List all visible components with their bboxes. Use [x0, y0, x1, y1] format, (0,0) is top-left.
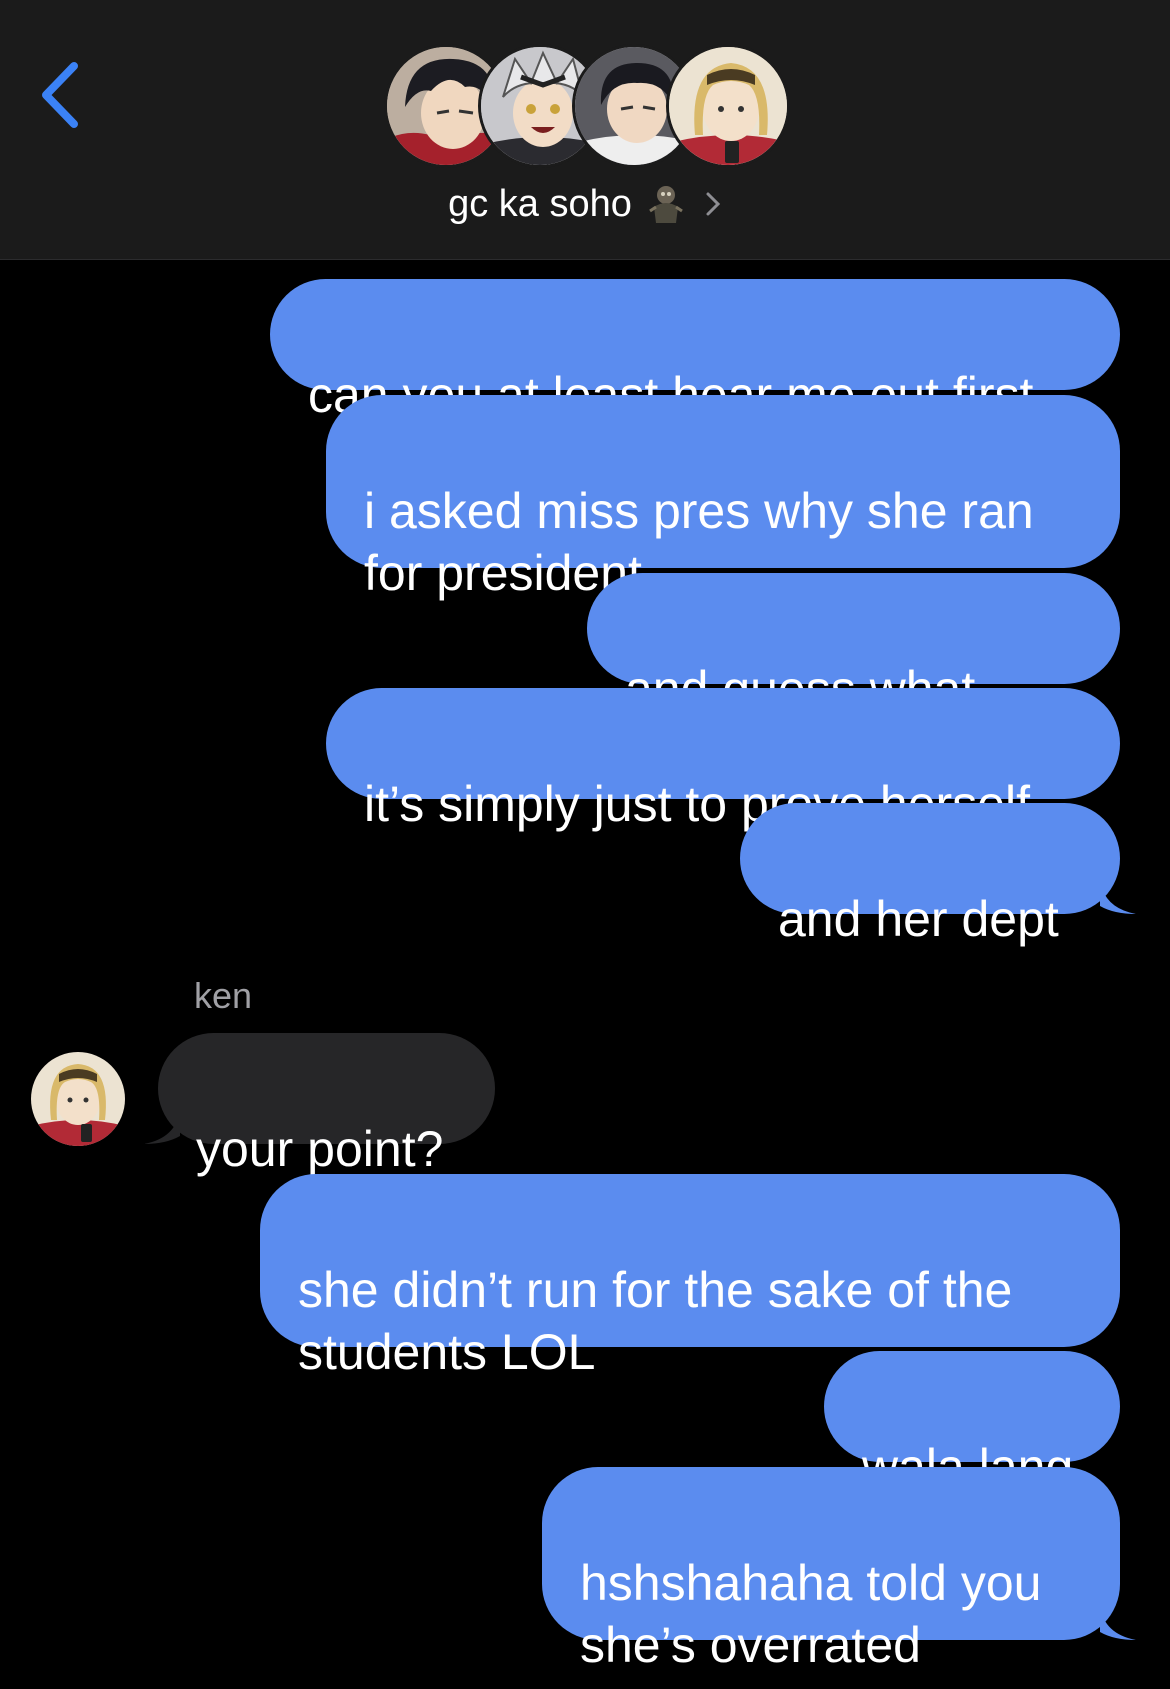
message-text: hshshahaha told you she’s overrated: [580, 1555, 1042, 1673]
message-bubble-outgoing[interactable]: she didn’t run for the sake of the stude…: [260, 1174, 1120, 1380]
conversation-header: gc ka soho: [0, 0, 1170, 260]
bubble-tail: [1100, 880, 1136, 914]
group-name: gc ka soho: [448, 182, 632, 225]
chevron-left-icon: [42, 62, 78, 128]
message-bubble-incoming[interactable]: your point?: [158, 1033, 495, 1177]
group-title-button[interactable]: gc ka soho: [0, 178, 1170, 230]
message-bubble-outgoing[interactable]: and her dept: [740, 803, 1120, 947]
chevron-right-icon: [706, 192, 721, 216]
bubble-tail: [1100, 1606, 1136, 1640]
group-avatars[interactable]: [384, 44, 790, 168]
kenma-avatar[interactable]: [31, 1052, 125, 1146]
figure-sticker-emoji: [649, 186, 683, 223]
message-text: and her dept: [778, 891, 1059, 947]
message-bubble-outgoing[interactable]: can you at least hear me out first: [270, 279, 1120, 423]
message-bubble-outgoing[interactable]: i asked miss pres why she ran for presid…: [326, 395, 1120, 601]
bubble-tail: [144, 1110, 180, 1144]
message-bubble-outgoing[interactable]: wala lang: [824, 1351, 1120, 1495]
sender-name: ken: [194, 975, 253, 1016]
message-bubble-outgoing[interactable]: hshshahaha told you she’s overrated: [542, 1467, 1120, 1673]
message-text: your point?: [196, 1121, 444, 1177]
message-bubble-outgoing[interactable]: and guess what: [587, 573, 1120, 778]
kenma-avatar: [666, 44, 790, 168]
message-bubble-outgoing[interactable]: it’s simply just to prove herself: [326, 688, 1120, 832]
back-button[interactable]: [30, 50, 90, 140]
